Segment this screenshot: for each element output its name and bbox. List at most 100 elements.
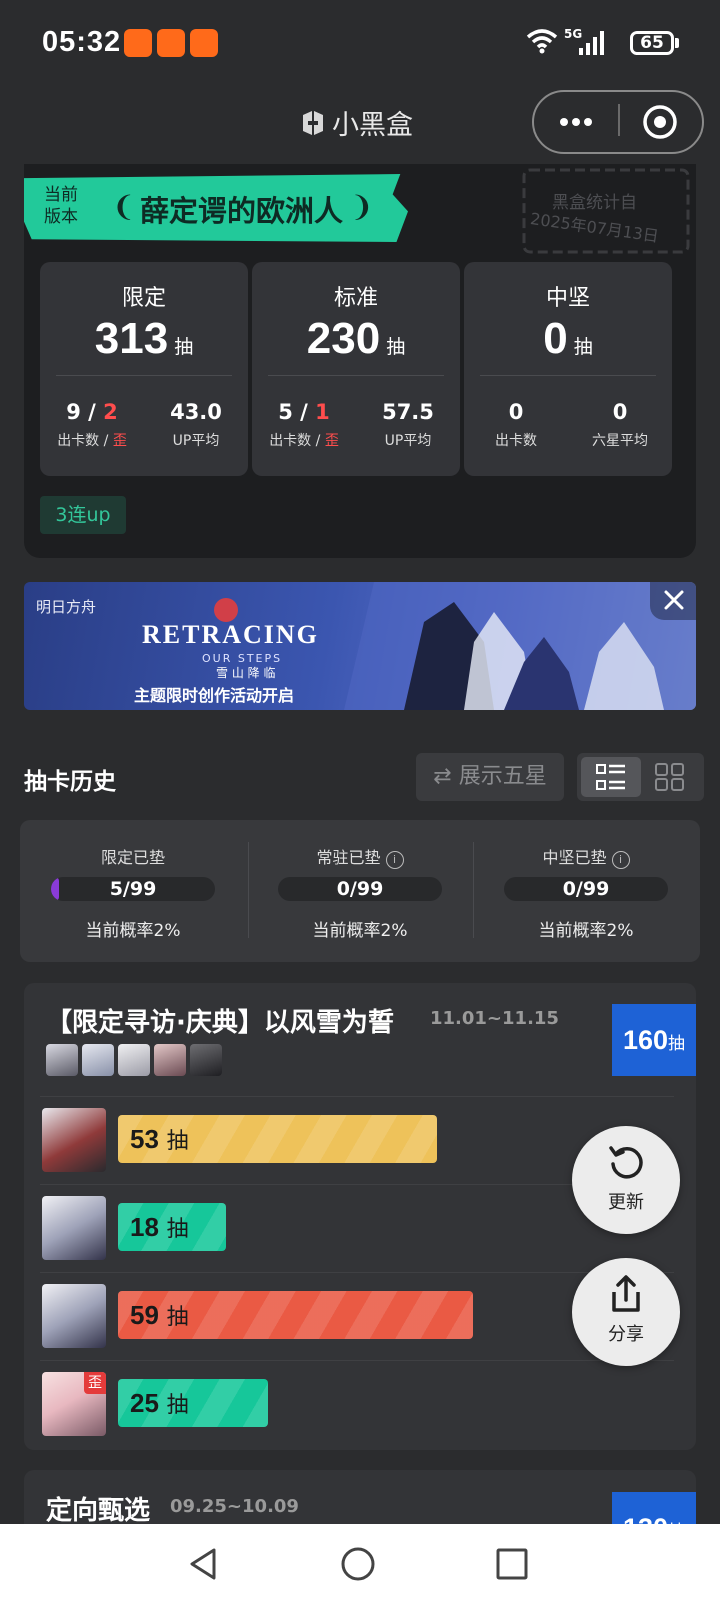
close-icon [664, 590, 684, 610]
home-button[interactable] [340, 1546, 376, 1582]
total-pulls: 130 [623, 1513, 668, 1524]
pull-count: 25 [130, 1388, 159, 1418]
pity-rate: 当前概率2% [312, 921, 408, 941]
section-title: 抽卡历史 [24, 769, 116, 795]
operator-avatar [42, 1196, 106, 1260]
divider [268, 375, 444, 376]
pity-value: 5/99 [109, 878, 157, 900]
pity-label-row: 中坚已垫 i [473, 844, 699, 869]
average-stat: 0 六星平均 [568, 400, 672, 450]
pull-count: 0 [543, 314, 568, 363]
off-banner-count: 1 [315, 400, 330, 424]
battery-tip [675, 38, 679, 48]
ribbon-prefix: 当前 版本 [44, 185, 78, 227]
show-five-star-button[interactable]: ⇄ 展示五星 [416, 753, 564, 801]
obtained-label: 出卡数 / [57, 433, 113, 449]
pull-bar: 25 抽 [118, 1379, 268, 1427]
off-banner-label: 歪 [112, 433, 127, 449]
average-value: 57.5 [382, 400, 434, 424]
capsule-divider [618, 104, 620, 136]
more-dots-icon [560, 118, 592, 126]
pull-unit: 抽 [174, 336, 194, 358]
limited-pity: 限定已垫 5/99 当前概率2% [20, 820, 246, 962]
banner-name: 定向甄选 [46, 1496, 151, 1526]
pull-unit: 抽 [386, 336, 406, 358]
pity-progress-bar: 0/99 [504, 877, 668, 901]
pity-label: 中坚已垫 [542, 848, 607, 867]
pity-label: 限定已垫 [100, 848, 165, 867]
obtained-label: 出卡数 [495, 433, 537, 449]
obtained-count: 0 [508, 400, 524, 424]
stat-count: 230 抽 [252, 314, 460, 364]
pull-count: 230 [306, 314, 381, 363]
show-five-star-label: 展示五星 [458, 764, 547, 789]
recents-button[interactable] [494, 1546, 530, 1582]
heybox-logo-icon [303, 110, 323, 135]
pull-row: 歪 25 抽 [40, 1362, 674, 1450]
back-button[interactable] [186, 1546, 222, 1582]
average-label: UP平均 [172, 433, 220, 449]
row-divider [40, 1360, 674, 1361]
grid-view-icon [655, 763, 684, 791]
average-stat: 43.0 UP平均 [144, 400, 248, 450]
pull-bar: 59 抽 [118, 1291, 473, 1339]
info-icon[interactable]: i [611, 851, 630, 869]
pity-label-row: 常驻已垫 i [247, 844, 473, 869]
notification-app-icon [124, 29, 152, 57]
app-name: 小黑盒 [332, 110, 413, 141]
more-menu-button[interactable] [556, 112, 596, 132]
grid-view-button[interactable] [643, 757, 699, 797]
pull-bar: 18 抽 [118, 1203, 226, 1251]
banner-close-button[interactable] [650, 582, 696, 620]
operator-thumbnail [154, 1044, 186, 1076]
operator-thumbnail [46, 1044, 78, 1076]
obtained-stat: 0 出卡数 [464, 400, 568, 450]
operator-avatar [42, 1108, 106, 1172]
row-divider [40, 1272, 674, 1273]
standard-pity: 常驻已垫 i 0/99 当前概率2% [247, 820, 473, 962]
refresh-label: 更新 [608, 1192, 644, 1213]
pity-progress-bar: 0/99 [278, 877, 442, 901]
banner-chinese-title: 雪 山 降 临 [216, 666, 276, 680]
info-icon[interactable]: i [385, 851, 404, 869]
list-view-button[interactable] [581, 757, 641, 797]
operator-thumbnail [118, 1044, 150, 1076]
obtained-stat: 9 / 2 出卡数 / 歪 [40, 400, 144, 450]
standard-stats-card: 标准 230 抽 5 / 1 出卡数 / 歪 57.5 UP平均 [252, 262, 460, 476]
average-value: 43.0 [170, 400, 222, 424]
streak-tag: 3连up [40, 496, 126, 534]
banner-total-badge: 160抽 [612, 1004, 696, 1076]
core-stats-card: 中坚 0抽 0 出卡数 0 六星平均 [464, 262, 672, 476]
stat-count: 313 抽 [40, 314, 248, 364]
average-label: 六星平均 [592, 433, 648, 449]
obtained-count: 5 [278, 400, 293, 424]
laurel-right-icon: ❩ [350, 190, 374, 223]
refresh-button[interactable]: 更新 [572, 1126, 680, 1234]
average-label: UP平均 [384, 433, 432, 449]
share-button[interactable]: 分享 [572, 1258, 680, 1366]
banner-name: 【限定寻访·庆典】以风雪为誓 [46, 1008, 394, 1038]
total-pulls: 160 [622, 1025, 669, 1055]
pity-progress-bar: 5/99 [51, 877, 215, 901]
app-brand: 小黑盒 [300, 103, 413, 142]
event-banner[interactable]: 明日方舟 RETRACING OUR STEPS 雪 山 降 临 主题限时创作活… [24, 582, 696, 710]
banner-date: 09.25~10.09 [170, 1496, 299, 1517]
pity-rate: 当前概率2% [85, 921, 181, 941]
pull-bar: 53 抽 [118, 1115, 437, 1163]
pull-unit: 抽 [166, 1217, 189, 1242]
separator: / [292, 400, 316, 424]
status-time: 05:32 [42, 26, 122, 58]
signal-icon [579, 31, 604, 55]
pull-count: 53 [130, 1124, 159, 1154]
list-view-icon [596, 764, 625, 790]
stat-title: 中坚 [545, 286, 590, 311]
pity-label: 常驻已垫 [316, 848, 381, 867]
pull-unit: 抽 [573, 336, 593, 358]
close-mini-program-button[interactable] [642, 104, 678, 140]
obtained-stat: 5 / 1 出卡数 / 歪 [252, 400, 356, 450]
separator: / [80, 400, 104, 424]
pull-unit: 抽 [166, 1305, 189, 1330]
wifi-icon [526, 29, 558, 54]
banner-title: RETRACING [142, 620, 319, 649]
off-banner-count: 2 [103, 400, 118, 424]
